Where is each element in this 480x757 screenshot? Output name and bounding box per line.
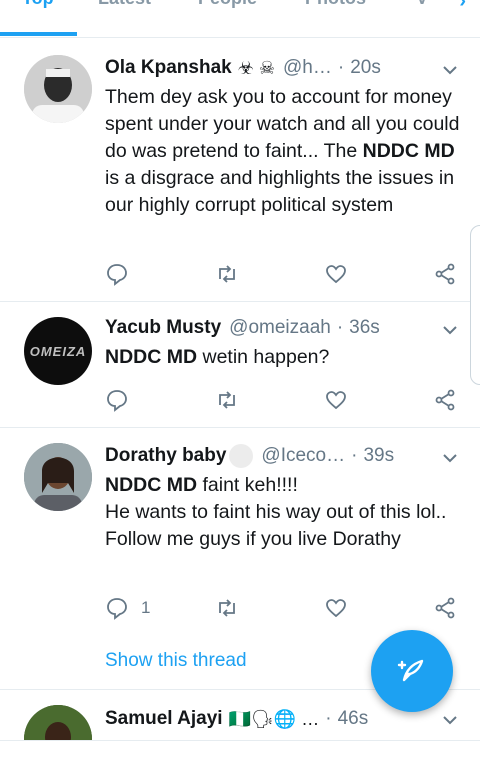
tweet-actions	[105, 260, 465, 288]
display-name[interactable]: Dorathy baby	[105, 445, 226, 467]
chevron-down-icon[interactable]	[442, 322, 458, 338]
avatar[interactable]	[24, 55, 92, 123]
like-button[interactable]	[324, 594, 348, 622]
tweet[interactable]: Ola Kpanshak ☣ ☠ @h… · 20s Them dey ask …	[0, 38, 480, 302]
tweet-text: NDDC MD faint keh!!!! He wants to faint …	[105, 474, 447, 550]
retweet-button[interactable]	[215, 594, 239, 622]
name-emojis: ☣ ☠	[237, 57, 275, 78]
heart-icon	[326, 599, 346, 618]
reply-button[interactable]	[105, 386, 141, 414]
badge-icon	[229, 444, 254, 468]
separator-dot: ·	[325, 708, 332, 729]
reply-count: 1	[141, 598, 151, 617]
tweet-actions	[105, 386, 465, 414]
share-icon	[435, 263, 455, 285]
tab-latest[interactable]: Latest	[98, 0, 151, 9]
timestamp[interactable]: 20s	[350, 57, 381, 79]
tweet-header: Ola Kpanshak ☣ ☠ @h… · 20s	[105, 55, 480, 81]
compose-tweet-icon	[397, 659, 424, 682]
reply-button[interactable]	[105, 260, 141, 288]
timestamp[interactable]: 36s	[349, 317, 380, 339]
tweet-header: Yacub Musty @omeizaah · 36s	[105, 315, 480, 341]
tab-photos[interactable]: Photos	[305, 0, 366, 9]
highlight-term: NDDC MD	[105, 474, 198, 496]
retweet-icon	[219, 599, 235, 617]
share-icon	[435, 597, 455, 619]
handle[interactable]: @h…	[283, 57, 332, 79]
tab-top[interactable]: Top	[22, 0, 54, 9]
reply-icon	[107, 264, 127, 286]
display-name[interactable]: Yacub Musty	[105, 317, 221, 339]
tab-videos[interactable]: V	[416, 0, 428, 9]
tweet-text: Them dey ask you to account for money sp…	[105, 86, 460, 216]
heart-icon	[326, 391, 346, 410]
divider	[0, 740, 480, 741]
like-button[interactable]	[324, 260, 348, 288]
chevron-down-icon[interactable]	[442, 62, 458, 78]
handle[interactable]: @Iceco…	[261, 445, 345, 467]
chevron-down-icon[interactable]	[442, 712, 458, 728]
display-name[interactable]: Ola Kpanshak	[105, 57, 232, 79]
separator-dot: ·	[337, 57, 345, 78]
tweet-text: NDDC MD wetin happen?	[105, 346, 330, 368]
avatar-text: OMEIZA	[29, 343, 87, 359]
compose-tweet-button[interactable]	[371, 630, 453, 712]
chevron-down-icon[interactable]	[442, 450, 458, 466]
separator-dot: ·	[336, 317, 344, 338]
share-button[interactable]	[433, 594, 457, 622]
active-tab-indicator	[0, 32, 77, 36]
share-button[interactable]	[433, 260, 457, 288]
timestamp[interactable]: 46s	[338, 708, 369, 730]
reply-icon	[107, 390, 127, 412]
heart-icon	[326, 265, 346, 284]
search-tabs: Top Latest People Photos V ›	[0, 0, 480, 38]
display-name[interactable]: Samuel Ajayi	[105, 708, 223, 730]
timestamp[interactable]: 39s	[363, 445, 394, 467]
share-icon	[435, 389, 455, 411]
share-button[interactable]	[433, 386, 457, 414]
tab-people[interactable]: People	[198, 0, 257, 9]
retweet-button[interactable]	[215, 386, 239, 414]
avatar[interactable]: OMEIZA	[24, 317, 92, 385]
side-panel-edge[interactable]	[470, 225, 480, 385]
tweet[interactable]: OMEIZA Yacub Musty @omeizaah · 36s NDDC …	[0, 302, 480, 428]
tweet-actions: 1	[105, 594, 465, 622]
like-button[interactable]	[324, 386, 348, 414]
handle[interactable]: @omeizaah	[229, 317, 331, 339]
retweet-icon	[219, 265, 235, 283]
highlight-term: NDDC MD	[105, 346, 198, 368]
retweet-button[interactable]	[215, 260, 239, 288]
retweet-icon	[219, 391, 235, 409]
tweet-header: Dorathy baby @Iceco… · 39s	[105, 443, 480, 469]
avatar[interactable]	[24, 443, 92, 511]
show-thread-link[interactable]: Show this thread	[105, 650, 247, 672]
highlight-term: NDDC MD	[362, 140, 455, 162]
chevron-right-icon[interactable]: ›	[459, 0, 466, 13]
reply-icon	[107, 598, 127, 620]
avatar[interactable]	[24, 705, 92, 740]
reply-button[interactable]: 1	[105, 594, 150, 622]
separator-dot: ·	[351, 445, 358, 466]
name-emojis: 🇳🇬🗣🌐 …	[228, 708, 320, 729]
